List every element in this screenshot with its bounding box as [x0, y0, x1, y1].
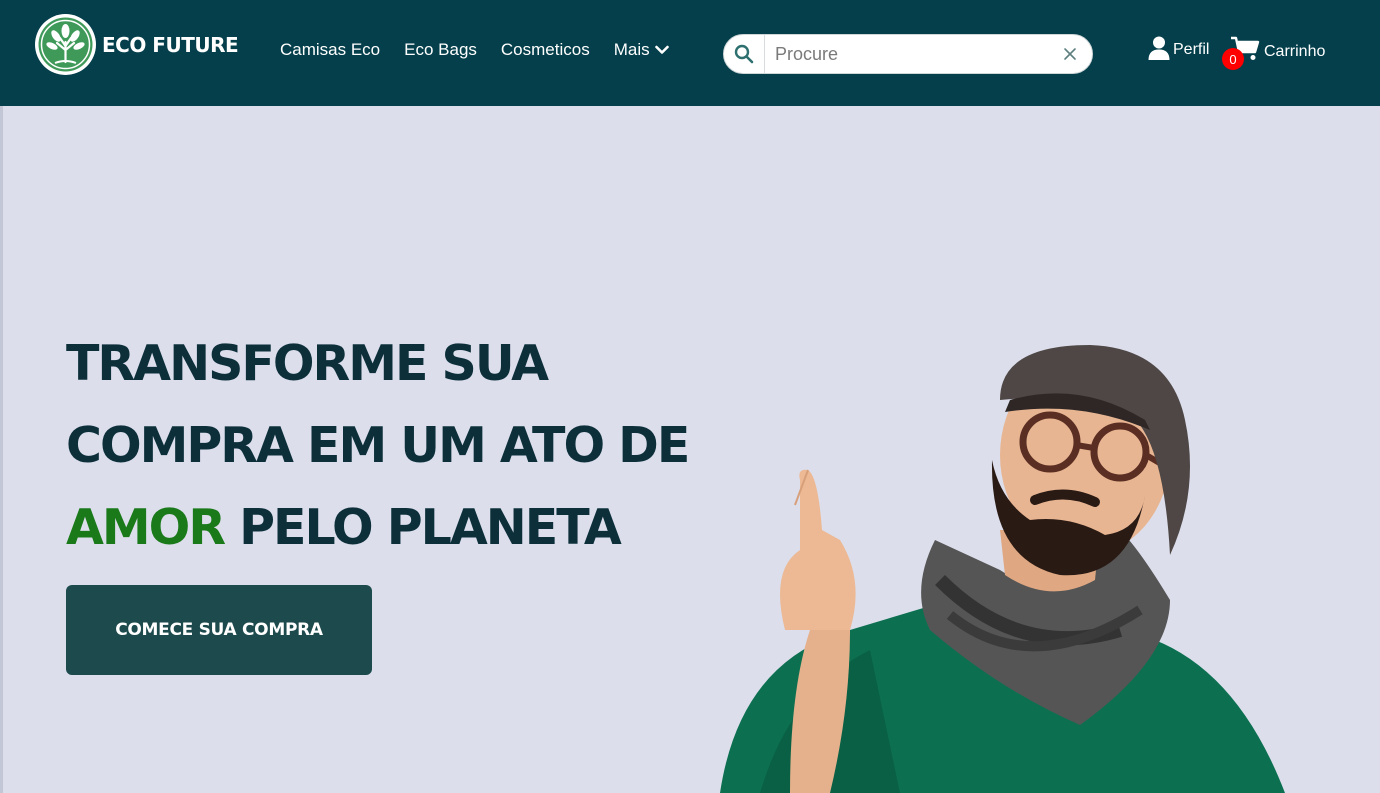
profile-link[interactable]: Perfil: [1148, 36, 1209, 60]
brand-logo[interactable]: ECO FUTURE: [35, 14, 239, 75]
clear-search-button[interactable]: [1048, 35, 1092, 73]
hero-title-line3: PELO PLANETA: [224, 499, 622, 556]
cart-count-badge: 0: [1222, 48, 1244, 70]
hero-left-edge: [0, 106, 3, 793]
nav-item-camisas-eco[interactable]: Camisas Eco: [280, 40, 380, 60]
brand-name: ECO FUTURE: [102, 32, 239, 57]
user-icon: [1148, 36, 1170, 60]
hero-title-line2: COMPRA EM UM ATO DE: [66, 417, 690, 474]
nav-item-mais-dropdown[interactable]: Mais: [614, 40, 669, 60]
chevron-down-icon: [654, 45, 669, 54]
search-icon: [734, 44, 754, 64]
nav-item-mais-label: Mais: [613, 40, 650, 59]
tree-logo-icon: [35, 14, 96, 75]
search-input[interactable]: [765, 35, 1048, 73]
hero-title-line1: TRANSFORME SUA: [66, 335, 549, 392]
search-bar: [723, 34, 1093, 74]
hero-person-image: [720, 345, 1285, 793]
nav-item-cosmeticos[interactable]: Cosmeticos: [501, 40, 590, 60]
profile-label: Perfil: [1173, 41, 1210, 58]
hero-title-highlight: AMOR: [66, 499, 226, 556]
close-icon: [1064, 48, 1076, 60]
site-header: ECO FUTURE Camisas Eco Eco Bags Cosmetic…: [0, 0, 1380, 106]
start-shopping-button[interactable]: COMECE SUA COMPRA: [66, 585, 372, 675]
main-nav: Camisas Eco Eco Bags Cosmeticos Mais: [280, 40, 693, 60]
cart-link[interactable]: Carrinho 0: [1222, 36, 1326, 70]
search-button[interactable]: [724, 35, 765, 73]
nav-item-eco-bags[interactable]: Eco Bags: [404, 40, 477, 60]
cart-label: Carrinho: [1264, 43, 1326, 60]
hero-title: TRANSFORME SUA COMPRA EM UM ATO DE AMOR …: [66, 323, 766, 569]
